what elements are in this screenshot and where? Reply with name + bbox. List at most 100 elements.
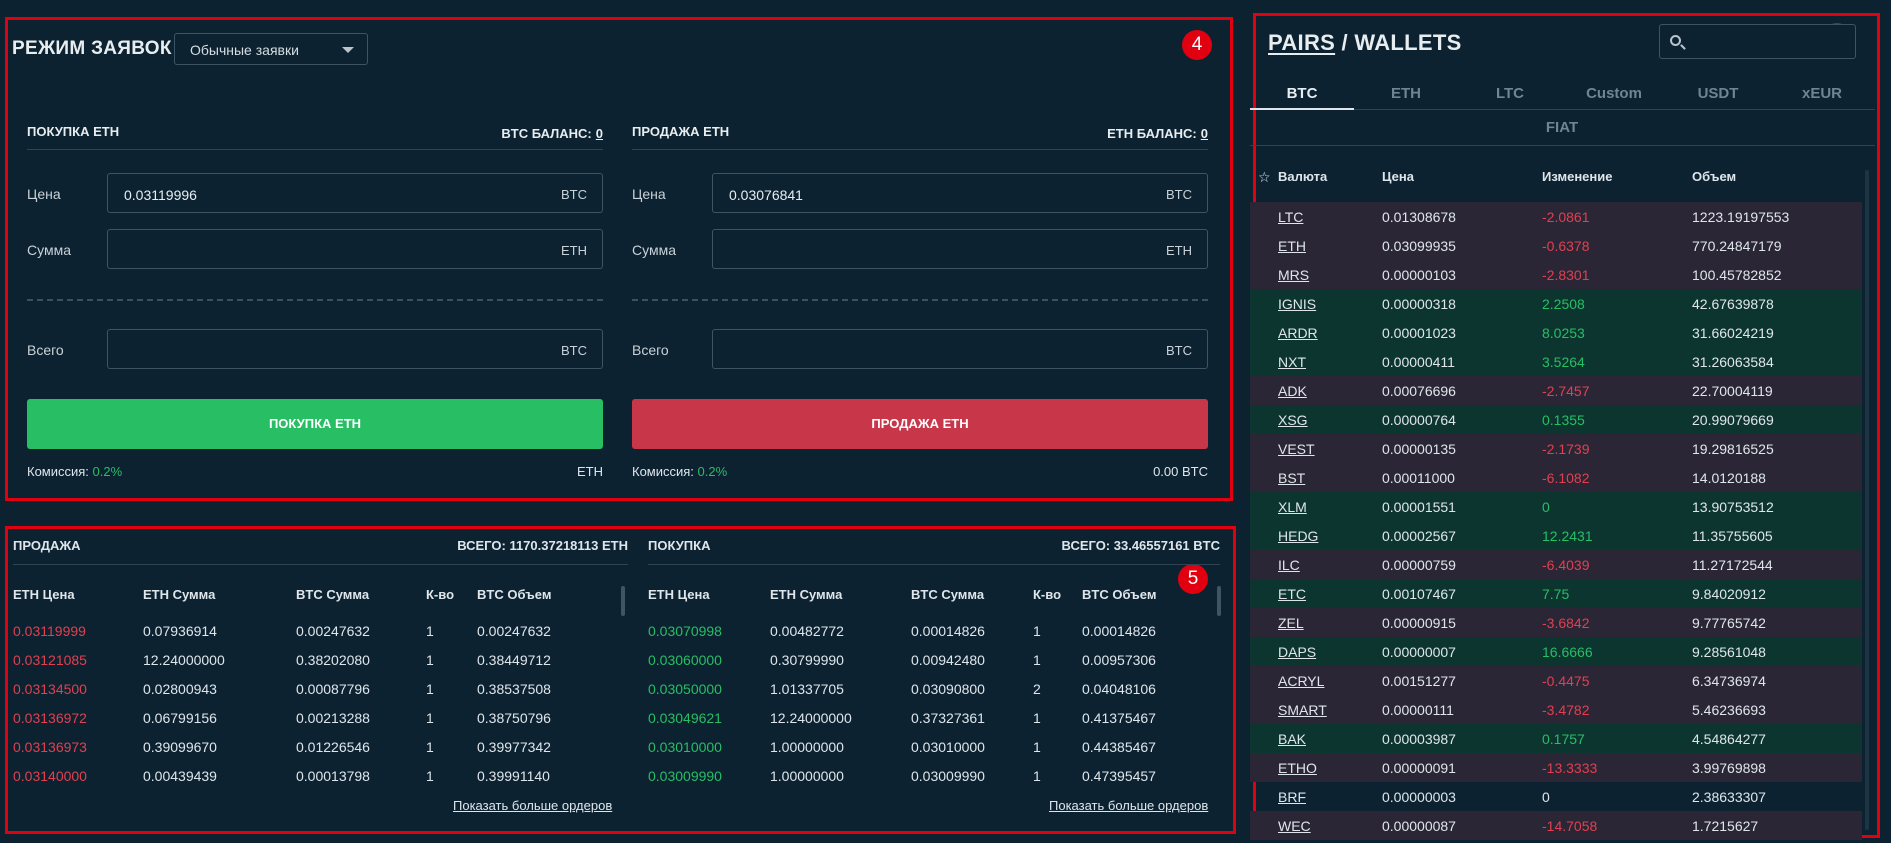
orderbook-row[interactable]: 0.03010000 1.00000000 0.03010000 1 0.4438546… — [648, 739, 1263, 768]
pair-row[interactable]: BST 0.00011000 -6.1082 14.0120188 — [1250, 463, 1862, 492]
column-header[interactable]: BTC Сумма — [911, 587, 984, 602]
pair-currency-link[interactable]: BRF — [1278, 789, 1306, 805]
tab-btc[interactable]: BTC — [1250, 85, 1354, 110]
pair-row[interactable]: NXT 0.00000411 3.5264 31.26063584 — [1250, 347, 1862, 376]
pair-row[interactable]: HEDG 0.00002567 12.2431 11.35755605 — [1250, 521, 1862, 550]
pair-currency-link[interactable]: SMART — [1278, 702, 1327, 718]
tab-custom[interactable]: Custom — [1562, 85, 1666, 110]
column-header[interactable]: ETH Цена — [13, 587, 75, 602]
orderbook-row[interactable]: 0.03136973 0.39099670 0.01226546 1 0.3997734… — [13, 739, 628, 768]
tab-ltc[interactable]: LTC — [1458, 85, 1562, 110]
buy-total-input[interactable]: BTC — [107, 329, 603, 369]
sell-price-input[interactable]: 0.03076841 BTC — [712, 173, 1208, 213]
orderbook-row[interactable]: 0.03136972 0.06799156 0.00213288 1 0.3875079… — [13, 710, 628, 739]
pair-currency-link[interactable]: ETH — [1278, 238, 1306, 254]
column-header[interactable]: ETH Сумма — [143, 587, 215, 602]
pair-currency-link[interactable]: NXT — [1278, 354, 1306, 370]
pair-currency-link[interactable]: XLM — [1278, 499, 1307, 515]
pair-currency-link[interactable]: DAPS — [1278, 644, 1316, 660]
buy-show-more-link[interactable]: Показать больше ордеров — [1049, 798, 1208, 813]
pair-row[interactable]: BAK 0.00003987 0.1757 4.54864277 — [1250, 724, 1862, 753]
pair-price: 0.00000135 — [1382, 441, 1456, 457]
pair-currency-link[interactable]: ADK — [1278, 383, 1307, 399]
pair-row[interactable]: XSG 0.00000764 0.1355 20.99079669 — [1250, 405, 1862, 434]
pairs-tab-link[interactable]: PAIRS — [1268, 30, 1335, 55]
pair-row[interactable]: ARDR 0.00001023 8.0253 31.66024219 — [1250, 318, 1862, 347]
pair-row[interactable]: ETC 0.00107467 7.75 9.84020912 — [1250, 579, 1862, 608]
pair-currency-link[interactable]: ETHO — [1278, 760, 1317, 776]
pair-row[interactable]: LTC 0.01308678 -2.0861 1223.19197553 — [1250, 202, 1862, 231]
pair-currency-link[interactable]: ACRYL — [1278, 673, 1324, 689]
buy-amount-input[interactable]: ETH — [107, 229, 603, 269]
orderbook-row[interactable]: 0.03060000 0.30799990 0.00942480 1 0.0095730… — [648, 652, 1263, 681]
buy-orderbook-scrollbar[interactable] — [1217, 586, 1221, 616]
column-header[interactable]: ETH Цена — [648, 587, 710, 602]
orderbook-row[interactable]: 0.03121085 12.24000000 0.38202080 1 0.384497… — [13, 652, 628, 681]
buy-price-input[interactable]: 0.03119996 BTC — [107, 173, 603, 213]
pair-row[interactable]: SMART 0.00000111 -3.4782 5.46236693 — [1250, 695, 1862, 724]
pairs-table-scrollbar[interactable] — [1865, 170, 1869, 830]
pair-row[interactable]: ILC 0.00000759 -6.4039 11.27172544 — [1250, 550, 1862, 579]
buy-eth-button[interactable]: ПОКУПКА ETH — [27, 399, 603, 449]
tab-usdt[interactable]: USDT — [1666, 85, 1770, 110]
column-header[interactable]: BTC Сумма — [296, 587, 369, 602]
column-header[interactable]: Изменение — [1542, 169, 1612, 184]
pair-currency-link[interactable]: HEDG — [1278, 528, 1318, 544]
tab-eth[interactable]: ETH — [1354, 85, 1458, 110]
pair-row[interactable]: WEC 0.00000087 -14.7058 1.7215627 — [1250, 811, 1862, 840]
pair-change: 0.1355 — [1542, 412, 1585, 428]
tab-xeur[interactable]: xEUR — [1770, 85, 1874, 110]
sell-show-more-link[interactable]: Показать больше ордеров — [453, 798, 612, 813]
star-icon[interactable]: ☆ — [1258, 169, 1271, 186]
sell-amount-input[interactable]: ETH — [712, 229, 1208, 269]
pair-row[interactable]: XLM 0.00001551 0 13.90753512 — [1250, 492, 1862, 521]
pair-currency-link[interactable]: IGNIS — [1278, 296, 1316, 312]
pair-row[interactable]: ZEL 0.00000915 -3.6842 9.77765742 — [1250, 608, 1862, 637]
pair-currency-link[interactable]: LTC — [1278, 209, 1303, 225]
column-header[interactable]: Валюта — [1278, 169, 1327, 184]
orderbook-row[interactable]: 0.03009990 1.00000000 0.03009990 1 0.4739545… — [648, 768, 1263, 797]
pair-row[interactable]: ADK 0.00076696 -2.7457 22.70004119 — [1250, 376, 1862, 405]
orderbook-row[interactable]: 0.03049621 12.24000000 0.37327361 1 0.413754… — [648, 710, 1263, 739]
pair-currency-link[interactable]: ILC — [1278, 557, 1300, 573]
sell-balance-value[interactable]: 0 — [1201, 126, 1208, 141]
orderbook-row[interactable]: 0.03119999 0.07936914 0.00247632 1 0.0024763… — [13, 623, 628, 652]
orderbook-row[interactable]: 0.03134500 0.02800943 0.00087796 1 0.3853750… — [13, 681, 628, 710]
pair-currency-link[interactable]: XSG — [1278, 412, 1308, 428]
tab-fiat[interactable]: FIAT — [1510, 119, 1614, 144]
column-header[interactable]: BTC Объем — [477, 587, 551, 602]
pair-currency-link[interactable]: ZEL — [1278, 615, 1304, 631]
pair-currency-link[interactable]: ARDR — [1278, 325, 1318, 341]
column-header[interactable]: BTC Объем — [1082, 587, 1156, 602]
order-mode-select[interactable]: Обычные заявки — [174, 33, 368, 65]
orderbook-row[interactable]: 0.03070998 0.00482772 0.00014826 1 0.0001482… — [648, 623, 1263, 652]
column-header[interactable]: Цена — [1382, 169, 1414, 184]
column-header[interactable]: ETH Сумма — [770, 587, 842, 602]
pair-currency-link[interactable]: ETC — [1278, 586, 1306, 602]
pairs-search-input[interactable] — [1659, 24, 1856, 59]
column-header[interactable]: Объем — [1692, 169, 1736, 184]
pair-currency-link[interactable]: VEST — [1278, 441, 1315, 457]
buy-balance-value[interactable]: 0 — [596, 126, 603, 141]
orderbook-row[interactable]: 0.03050000 1.01337705 0.03090800 2 0.0404810… — [648, 681, 1263, 710]
column-header[interactable]: К-во — [1033, 587, 1061, 602]
pair-row[interactable]: IGNIS 0.00000318 2.2508 42.67639878 — [1250, 289, 1862, 318]
pair-currency-link[interactable]: BAK — [1278, 731, 1306, 747]
pair-row[interactable]: MRS 0.00000103 -2.8301 100.45782852 — [1250, 260, 1862, 289]
pair-row[interactable]: BRF 0.00000003 0 2.38633307 — [1250, 782, 1862, 811]
pair-currency-link[interactable]: BST — [1278, 470, 1305, 486]
pair-row[interactable]: ACRYL 0.00151277 -0.4475 6.34736974 — [1250, 666, 1862, 695]
pair-row[interactable]: ETH 0.03099935 -0.6378 770.24847179 — [1250, 231, 1862, 260]
pair-currency-link[interactable]: WEC — [1278, 818, 1311, 834]
wallets-tab-link[interactable]: WALLETS — [1354, 30, 1461, 55]
orderbook-cell: 0.00957306 — [1082, 652, 1156, 668]
pair-row[interactable]: ETHO 0.00000091 -13.3333 3.99769898 — [1250, 753, 1862, 782]
sell-total-input[interactable]: BTC — [712, 329, 1208, 369]
sell-orderbook-scrollbar[interactable] — [621, 586, 625, 616]
pair-currency-link[interactable]: MRS — [1278, 267, 1309, 283]
pair-row[interactable]: VEST 0.00000135 -2.1739 19.29816525 — [1250, 434, 1862, 463]
sell-eth-button[interactable]: ПРОДАЖА ETH — [632, 399, 1208, 449]
orderbook-row[interactable]: 0.03140000 0.00439439 0.00013798 1 0.3999114… — [13, 768, 628, 797]
pair-row[interactable]: DAPS 0.00000007 16.6666 9.28561048 — [1250, 637, 1862, 666]
column-header[interactable]: К-во — [426, 587, 454, 602]
